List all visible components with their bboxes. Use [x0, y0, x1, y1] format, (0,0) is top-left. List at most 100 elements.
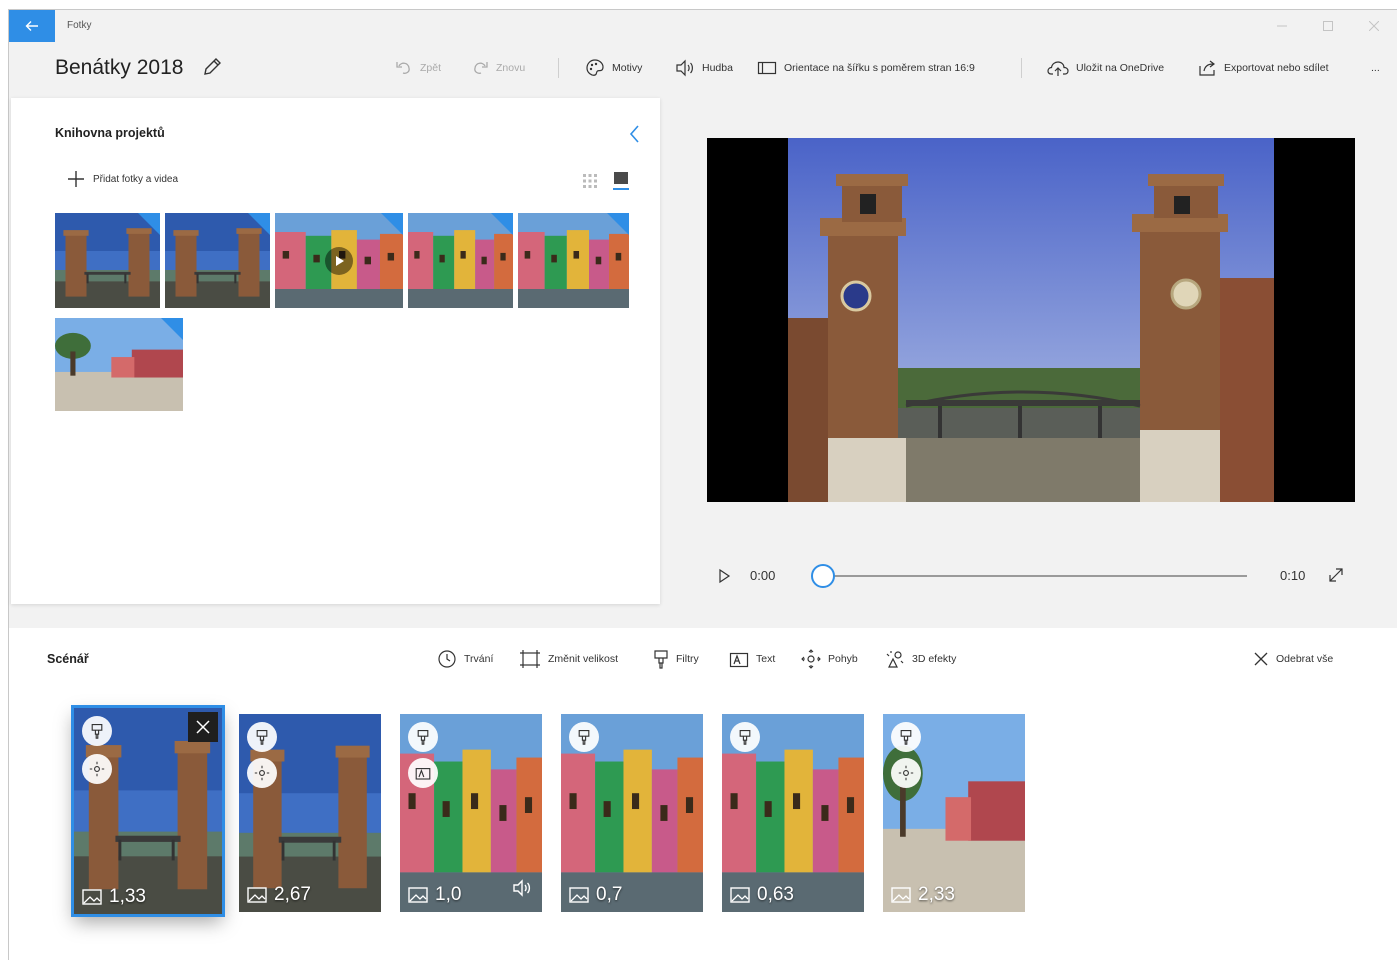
preview-frame: [788, 138, 1274, 502]
3d-effects-icon: [886, 651, 904, 668]
clip-duration: 2,33: [891, 884, 955, 906]
clock-icon: [438, 650, 456, 668]
clip-duration: 1,0: [408, 884, 461, 906]
share-icon: [1199, 60, 1215, 76]
clip-duration: 0,63: [730, 884, 794, 906]
project-library-panel: Knihovna projektů Přidat fotky a videa: [11, 98, 660, 604]
play-button[interactable]: [715, 567, 733, 585]
large-thumbnail-icon: [613, 172, 629, 190]
3d-effects-button[interactable]: 3D efekty: [885, 648, 956, 670]
aspect-ratio-icon: [757, 61, 777, 75]
themes-label: Motivy: [612, 62, 643, 74]
clip-audio-icon: [512, 879, 532, 902]
grid-view-button[interactable]: [583, 174, 597, 188]
remove-clip-button[interactable]: [188, 712, 218, 742]
title-bar: Fotky: [9, 10, 1397, 42]
clip-duration-value: 0,63: [757, 884, 794, 905]
close-icon: [196, 720, 210, 734]
seek-thumb[interactable]: [811, 564, 835, 588]
music-button[interactable]: Hudba: [675, 58, 733, 78]
storyboard-clip[interactable]: 0,63: [722, 714, 864, 912]
grid-view-icon: [583, 174, 597, 188]
motion-button[interactable]: Pohyb: [801, 648, 858, 670]
save-onedrive-label: Uložit na OneDrive: [1076, 62, 1165, 74]
motion-icon: [801, 649, 821, 669]
library-media-item[interactable]: [518, 213, 629, 308]
music-label: Hudba: [702, 62, 733, 74]
play-icon: [719, 568, 731, 584]
expand-icon: [1329, 568, 1343, 582]
storyboard-clip[interactable]: 1,33: [71, 705, 225, 917]
back-arrow-icon: [25, 21, 38, 31]
text-badge-icon[interactable]: [408, 758, 438, 788]
library-media-item[interactable]: [55, 318, 183, 411]
motion-badge-icon[interactable]: [82, 754, 112, 784]
used-in-project-marker: [491, 213, 513, 235]
command-bar: Benátky 2018 Zpět Znovu Motivy Hudba Ori…: [9, 42, 1397, 94]
library-media-item[interactable]: [55, 213, 160, 308]
text-label: Text: [756, 653, 776, 665]
filter-badge-icon[interactable]: [82, 716, 112, 746]
filter-badge-icon[interactable]: [891, 722, 921, 752]
more-button[interactable]: ...: [1371, 58, 1380, 78]
filter-badge-icon[interactable]: [730, 722, 760, 752]
back-button[interactable]: [9, 10, 55, 42]
video-preview[interactable]: [707, 138, 1355, 502]
3d-effects-label: 3D efekty: [912, 653, 957, 665]
redo-button[interactable]: Znovu: [471, 58, 525, 78]
project-title: Benátky 2018: [55, 56, 184, 79]
export-share-button[interactable]: Exportovat nebo sdílet: [1197, 58, 1328, 78]
collapse-library-button[interactable]: [625, 122, 645, 146]
used-in-project-marker: [607, 213, 629, 235]
toolbar-divider: [1021, 58, 1022, 78]
filters-button[interactable]: Filtry: [653, 648, 699, 670]
text-icon: [729, 652, 749, 668]
rename-project-button[interactable]: [201, 56, 225, 80]
palette-icon: [586, 59, 604, 76]
library-media-item[interactable]: [165, 213, 270, 308]
image-icon: [730, 887, 750, 903]
minimize-button[interactable]: [1259, 10, 1305, 42]
close-window-button[interactable]: [1351, 10, 1397, 42]
filter-badge-icon[interactable]: [408, 722, 438, 752]
image-icon: [82, 889, 102, 905]
undo-button[interactable]: Zpět: [395, 58, 441, 78]
save-onedrive-button[interactable]: Uložit na OneDrive: [1047, 58, 1164, 78]
video-icon: [408, 887, 428, 903]
clip-duration-value: 0,7: [596, 884, 623, 905]
app-name: Fotky: [67, 20, 92, 31]
add-photos-videos-button[interactable]: Přidat fotky a videa: [67, 170, 178, 188]
storyboard-clip[interactable]: 0,7: [561, 714, 703, 912]
pencil-icon: [204, 58, 221, 75]
clip-duration: 2,67: [247, 884, 311, 906]
seek-bar[interactable]: [823, 575, 1247, 577]
redo-label: Znovu: [496, 62, 526, 74]
storyboard-clip[interactable]: 2,67: [239, 714, 381, 912]
motion-badge-icon[interactable]: [247, 758, 277, 788]
library-media-item[interactable]: [408, 213, 513, 308]
aspect-ratio-button[interactable]: Orientace na šířku s poměrem stran 16:9: [757, 58, 975, 78]
used-in-project-marker: [161, 318, 183, 340]
clip-duration-value: 1,0: [435, 884, 462, 905]
storyboard-clip[interactable]: 2,33: [883, 714, 1025, 912]
large-thumbnail-view-button[interactable]: [613, 171, 629, 191]
motion-badge-icon[interactable]: [891, 758, 921, 788]
play-video-icon: [325, 246, 353, 275]
filter-badge-icon[interactable]: [247, 722, 277, 752]
storyboard-clip[interactable]: 1,0: [400, 714, 542, 912]
filter-badge-icon[interactable]: [569, 722, 599, 752]
playback-controls: 0:00 0:10: [707, 558, 1355, 594]
resize-button[interactable]: Změnit velikost: [519, 648, 618, 670]
clip-duration: 0,7: [569, 884, 622, 906]
library-title: Knihovna projektů: [55, 126, 165, 140]
themes-button[interactable]: Motivy: [585, 58, 642, 78]
fullscreen-button[interactable]: [1327, 566, 1347, 586]
text-button[interactable]: Text: [729, 648, 775, 670]
total-time: 0:10: [1280, 568, 1306, 583]
duration-button[interactable]: Trvání: [437, 648, 493, 670]
close-icon: [1254, 652, 1268, 666]
maximize-button[interactable]: [1305, 10, 1351, 42]
remove-all-button[interactable]: Odebrat vše: [1253, 648, 1333, 670]
minimize-icon: [1277, 25, 1287, 27]
library-media-item[interactable]: [275, 213, 403, 308]
